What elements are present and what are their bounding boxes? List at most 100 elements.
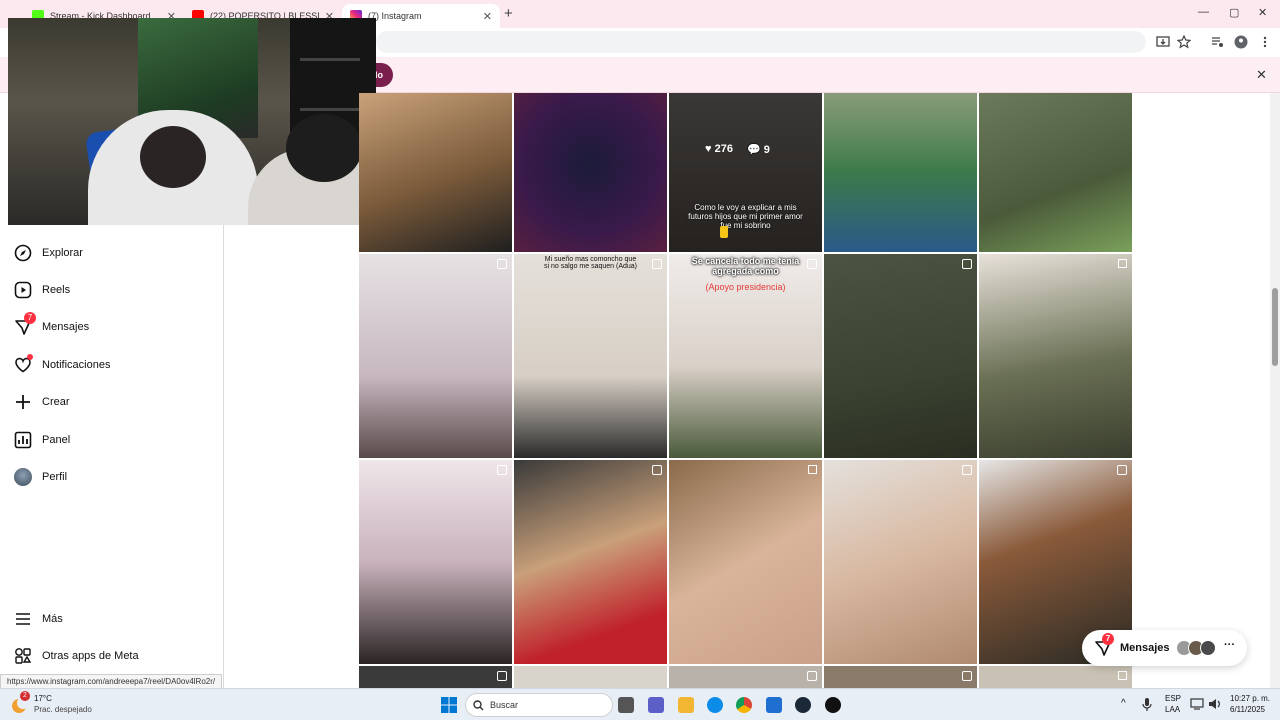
avatar <box>1200 640 1216 656</box>
scrollbar-thumb[interactable] <box>1272 288 1278 366</box>
browser-menu-icon[interactable] <box>1258 35 1272 49</box>
chrome-icon[interactable] <box>736 697 752 713</box>
sidebar-item-perfil[interactable]: Perfil <box>14 465 67 489</box>
grid-post[interactable]: Mi sueño mas comoncho que si no salgo me… <box>514 254 667 458</box>
grid-post[interactable] <box>514 666 667 688</box>
bookmark-star-icon[interactable] <box>1177 35 1191 49</box>
status-url-tooltip: https://www.instagram.com/andreeepa7/ree… <box>0 674 223 689</box>
sidebar-item-label: Más <box>42 613 63 625</box>
microphone-icon[interactable] <box>1142 698 1152 712</box>
weather-widget[interactable]: 2 <box>10 691 30 715</box>
new-tab-button[interactable]: + <box>504 5 513 22</box>
grid-post[interactable] <box>824 254 977 458</box>
grid-post[interactable] <box>979 666 1132 688</box>
menu-icon <box>16 613 30 625</box>
messages-floating-button[interactable]: 7 Mensajes ··· <box>1082 630 1247 666</box>
tray-expand-icon[interactable]: ^ <box>1121 698 1126 709</box>
sidebar-item-mensajes[interactable]: 7 Mensajes <box>14 312 90 339</box>
sidebar-item-notificaciones[interactable]: Notificaciones <box>14 353 110 377</box>
grid-post[interactable] <box>669 460 822 664</box>
language-line2[interactable]: LAA <box>1165 705 1180 714</box>
page-scrollbar[interactable] <box>1270 93 1280 688</box>
sidebar-item-label: Notificaciones <box>42 359 111 371</box>
instagram-sidebar: Explorar Reels 7 Mensajes Notificaciones… <box>0 225 224 688</box>
post-caption: Mi sueño mas comoncho que si no salgo me… <box>544 256 637 270</box>
search-icon <box>473 700 484 711</box>
tab-label: (7) Instagram <box>368 11 422 21</box>
grid-post[interactable] <box>359 254 512 458</box>
mouse-cursor-icon <box>720 226 728 238</box>
sidebar-item-label: Mensajes <box>42 321 90 333</box>
grid-post[interactable] <box>824 666 977 688</box>
carousel-icon <box>808 465 817 474</box>
close-tab-icon[interactable]: ✕ <box>483 10 492 23</box>
clock-time[interactable]: 10:27 p. m. <box>1230 694 1270 703</box>
grid-post[interactable] <box>669 666 822 688</box>
infobar-close-icon[interactable]: ✕ <box>1256 67 1267 83</box>
grid-post[interactable] <box>824 93 977 252</box>
webcam-cap-left <box>140 126 206 188</box>
carousel-icon <box>1118 671 1127 680</box>
sidebar-item-label: Panel <box>42 434 71 446</box>
search-placeholder: Buscar <box>490 700 519 710</box>
taskbar-search[interactable]: Buscar <box>465 693 613 717</box>
sidebar-item-meta-apps[interactable]: Otras apps de Meta <box>14 644 139 668</box>
profile-avatar-icon[interactable] <box>1234 35 1248 49</box>
reel-icon <box>652 465 662 475</box>
grid-post[interactable]: Se cancela todo me tenía agregada como (… <box>669 254 822 458</box>
avatar-icon <box>14 468 32 486</box>
hover-stats: ♥ 276 💬 9 <box>705 143 770 156</box>
sidebar-item-mas[interactable]: Más <box>14 607 63 631</box>
minimize-button[interactable]: — <box>1198 6 1209 18</box>
grid-post[interactable] <box>514 460 667 664</box>
grid-post-hovered[interactable]: ♥ 276 💬 9 Como le voy a explicar a mis f… <box>669 93 822 252</box>
chart-icon <box>14 431 32 449</box>
reel-icon <box>1117 465 1127 475</box>
reels-icon <box>14 281 32 299</box>
edge-icon[interactable] <box>707 697 723 713</box>
grid-post[interactable] <box>359 460 512 664</box>
steam-icon[interactable] <box>795 697 811 713</box>
media-control-icon[interactable] <box>1210 35 1224 49</box>
clock-date[interactable]: 6/11/2025 <box>1230 705 1265 714</box>
sidebar-item-explorar[interactable]: Explorar <box>14 241 83 265</box>
comments-count: 💬 9 <box>746 144 770 156</box>
reel-icon <box>807 671 817 681</box>
teams-icon[interactable] <box>648 697 664 713</box>
install-app-icon[interactable] <box>1156 35 1170 49</box>
volume-icon[interactable] <box>1208 698 1222 710</box>
sidebar-item-crear[interactable]: Crear <box>14 390 70 414</box>
network-icon[interactable] <box>1190 698 1204 710</box>
messages-label: Mensajes <box>1120 642 1170 654</box>
file-explorer-icon[interactable] <box>678 697 694 713</box>
address-input[interactable] <box>376 31 1146 53</box>
grid-post[interactable] <box>514 93 667 252</box>
messages-avatars <box>1176 640 1216 656</box>
reel-icon <box>497 671 507 681</box>
grid-post[interactable] <box>359 93 512 252</box>
grid-post[interactable] <box>359 666 512 688</box>
heart-icon <box>14 354 33 374</box>
messages-badge: 7 <box>1102 633 1114 645</box>
likes-count: ♥ 276 <box>705 143 733 155</box>
reel-icon <box>497 465 507 475</box>
sidebar-item-reels[interactable]: Reels <box>14 278 70 302</box>
sidebar-item-label: Perfil <box>42 471 68 483</box>
maximize-button[interactable]: ▢ <box>1229 6 1239 19</box>
sidebar-item-label: Explorar <box>42 247 83 259</box>
grid-post[interactable] <box>979 254 1132 458</box>
store-icon[interactable] <box>766 697 782 713</box>
messenger-icon: 7 <box>14 312 36 336</box>
sidebar-item-panel[interactable]: Panel <box>14 428 70 452</box>
language-line1[interactable]: ESP <box>1165 694 1181 703</box>
grid-post[interactable] <box>824 460 977 664</box>
grid-post[interactable] <box>979 93 1132 252</box>
windows-start-icon[interactable] <box>441 697 457 713</box>
task-view-icon[interactable] <box>618 697 634 713</box>
messages-badge: 7 <box>24 312 36 324</box>
close-window-button[interactable]: ✕ <box>1258 6 1267 19</box>
obs-icon[interactable] <box>825 697 841 713</box>
messenger-icon: 7 <box>1094 633 1114 657</box>
webcam-cap-right <box>286 114 362 182</box>
weather-desc: Prac. despejado <box>34 705 92 714</box>
